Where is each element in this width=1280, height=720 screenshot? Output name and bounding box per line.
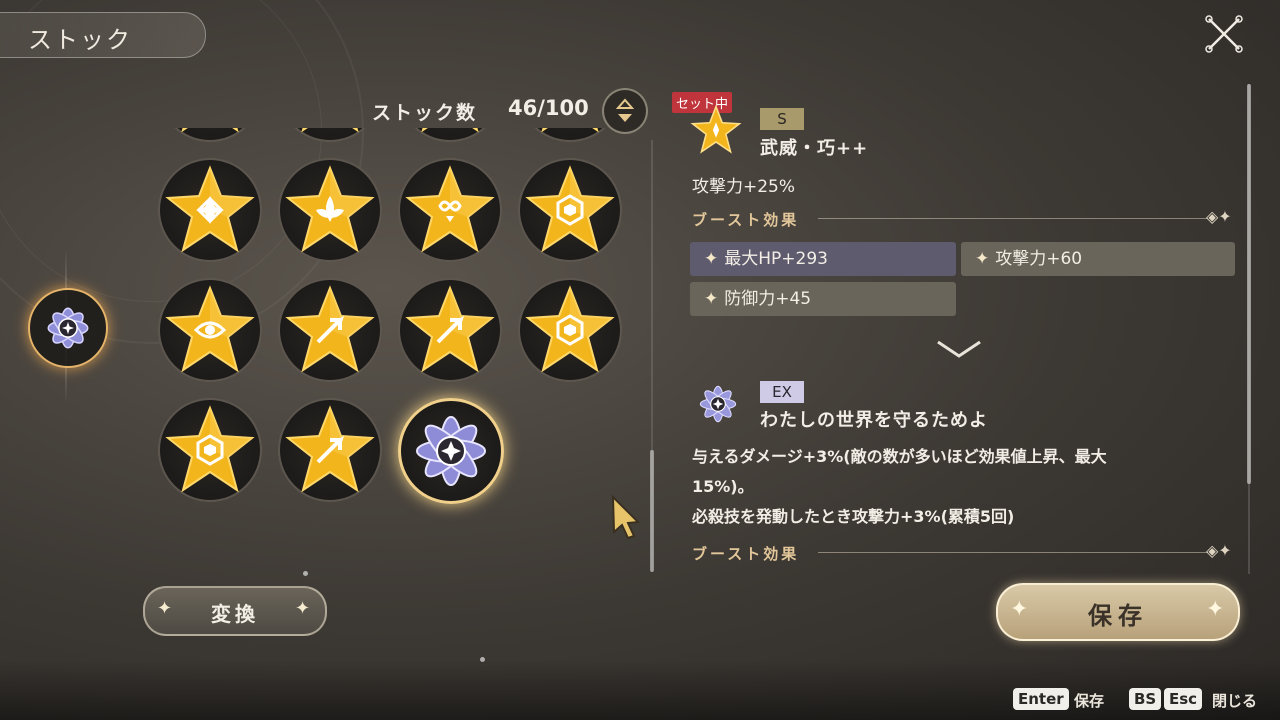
boost-effect-label: ブースト効果	[692, 211, 800, 229]
sparkle-icon: ✦	[1206, 597, 1225, 622]
stock-item-arrow[interactable]	[278, 278, 382, 382]
stock-item-leaf[interactable]	[278, 158, 382, 262]
save-button[interactable]: ✦ 保存 ✦	[996, 583, 1240, 641]
gold-star-arrow-icon	[421, 128, 479, 133]
stock-item-eye[interactable]	[158, 278, 262, 382]
divider	[818, 552, 1208, 553]
sparkle-icon: ✦	[704, 289, 719, 309]
gold-star-hexagon-icon	[525, 285, 615, 373]
backspace-key: BS	[1129, 688, 1162, 710]
stock-item-hexagon[interactable]	[158, 398, 262, 502]
diamond-ornament-icon: ◈✦	[1206, 207, 1232, 226]
stock-item-shield[interactable]	[278, 128, 382, 142]
stock-item-arrow[interactable]	[398, 278, 502, 382]
gold-star-arrow-icon	[285, 405, 375, 493]
gold-star-shield-icon	[541, 128, 599, 133]
stock-item-hexagon[interactable]	[518, 278, 622, 382]
convert-button[interactable]: ✦ 変換 ✦	[143, 586, 327, 636]
stock-item-hexagon[interactable]	[518, 158, 622, 262]
sparkle-icon: ✦	[295, 598, 311, 619]
description-line: 15%)。	[692, 477, 754, 496]
boost-chip: ✦ 防御力+45	[690, 282, 956, 316]
ex-flower-icon	[47, 307, 89, 349]
ex-flower-icon	[416, 416, 486, 486]
boost-text: 最大HP+293	[724, 249, 828, 269]
item-name: わたしの世界を守るためよ	[760, 410, 988, 431]
detail-scrollbar-thumb[interactable]	[1247, 84, 1251, 484]
item-gold-star-icon	[690, 104, 742, 154]
close-hint-label: 閉じる	[1212, 692, 1258, 710]
grid-scrollbar-thumb[interactable]	[650, 450, 654, 572]
stock-item-infinity[interactable]	[398, 158, 502, 262]
stock-count: 46/100	[508, 96, 589, 120]
stock-item-arrow[interactable]	[278, 398, 382, 502]
rank-badge-ex: EX	[760, 381, 804, 403]
gold-star-arrow-icon	[285, 285, 375, 373]
item-description: 与えるダメージ+3%(敵の数が多いほど効果値上昇、最大 15%)。 必殺技を発動…	[692, 442, 1192, 532]
item-ex-flower-icon	[699, 385, 737, 423]
divider	[818, 218, 1208, 219]
gold-star-shuriken-icon	[165, 165, 255, 253]
enter-key: Enter	[1013, 688, 1069, 710]
page-dot	[303, 571, 308, 576]
sparkle-icon: ✦	[704, 249, 719, 269]
gold-star-leaf-icon	[285, 165, 375, 253]
gold-star-hexagon-icon	[165, 405, 255, 493]
gold-star-eye-icon	[165, 285, 255, 373]
boost-effect-label: ブースト効果	[692, 545, 800, 563]
sparkle-icon: ✦	[975, 249, 990, 269]
stock-item-shuriken[interactable]	[158, 128, 262, 142]
diamond-ornament-icon: ◈✦	[1206, 541, 1232, 560]
description-line: 与えるダメージ+3%(敵の数が多いほど効果値上昇、最大	[692, 447, 1107, 466]
gold-star-shield-icon	[301, 128, 359, 133]
stock-label: ストック数	[372, 102, 478, 124]
description-line: 必殺技を発動したとき攻撃力+3%(累積5回)	[692, 507, 1015, 526]
stock-item-ex[interactable]	[398, 398, 504, 504]
enter-hint-label: 保存	[1074, 692, 1105, 710]
page-dot	[480, 657, 485, 662]
stock-grid	[150, 128, 630, 560]
boost-chip: ✦ 最大HP+293	[690, 242, 956, 276]
chevron-down-icon	[937, 340, 981, 358]
close-icon	[1205, 15, 1243, 53]
gold-star-shuriken-icon	[181, 128, 239, 133]
boost-chip: ✦ 攻撃力+60	[961, 242, 1235, 276]
cursor-icon	[611, 494, 641, 540]
gold-star-hexagon-icon	[525, 165, 615, 253]
page-title: ストック	[28, 26, 132, 54]
item-name: 武威・巧++	[760, 138, 869, 159]
boost-text: 攻撃力+60	[995, 249, 1083, 269]
rank-badge-s: S	[760, 108, 804, 130]
item-main-stat: 攻撃力+25%	[692, 177, 796, 197]
equipped-slot[interactable]	[28, 288, 108, 368]
escape-key: Esc	[1164, 688, 1203, 710]
gold-star-infinity-icon	[405, 165, 495, 253]
save-label: 保存	[1088, 602, 1148, 630]
stock-item-shield[interactable]	[518, 128, 622, 142]
gold-star-arrow-icon	[405, 285, 495, 373]
boost-text: 防御力+45	[724, 289, 812, 309]
sort-icon	[615, 98, 635, 122]
stock-item-arrow[interactable]	[398, 128, 502, 142]
stock-item-shuriken[interactable]	[158, 158, 262, 262]
close-button[interactable]	[1200, 10, 1248, 58]
